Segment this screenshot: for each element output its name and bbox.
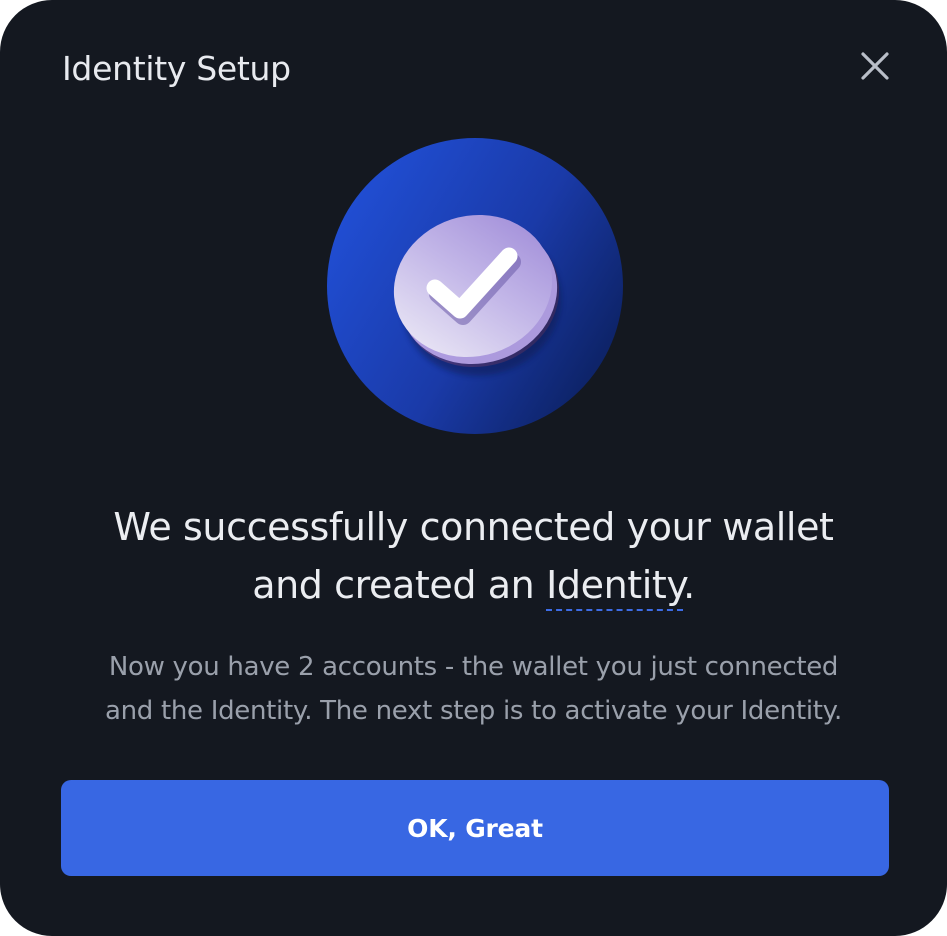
success-description: Now you have 2 accounts - the wallet you… — [40, 645, 907, 733]
description-line-2: and the Identity. The next step is to ac… — [104, 696, 843, 726]
checkmark-coin-icon — [327, 138, 623, 434]
dialog-title: Identity Setup — [62, 49, 291, 88]
identity-setup-dialog: Identity Setup We successfully connected… — [0, 0, 947, 936]
description-line-1: Now you have 2 accounts - the wallet you… — [108, 652, 839, 682]
headline-line-2-suffix: . — [683, 563, 695, 607]
headline-line-2-prefix: and created an — [252, 563, 547, 607]
close-icon — [861, 52, 889, 80]
success-headline: We successfully connected your wallet an… — [40, 498, 907, 614]
headline-line-1: We successfully connected your wallet — [113, 505, 834, 549]
headline-line-2: and created an Identity. — [40, 556, 907, 614]
success-illustration — [327, 138, 623, 434]
close-button[interactable] — [856, 47, 894, 85]
identity-term-tooltip[interactable]: Identity — [546, 563, 683, 611]
ok-great-button[interactable]: OK, Great — [61, 780, 889, 876]
